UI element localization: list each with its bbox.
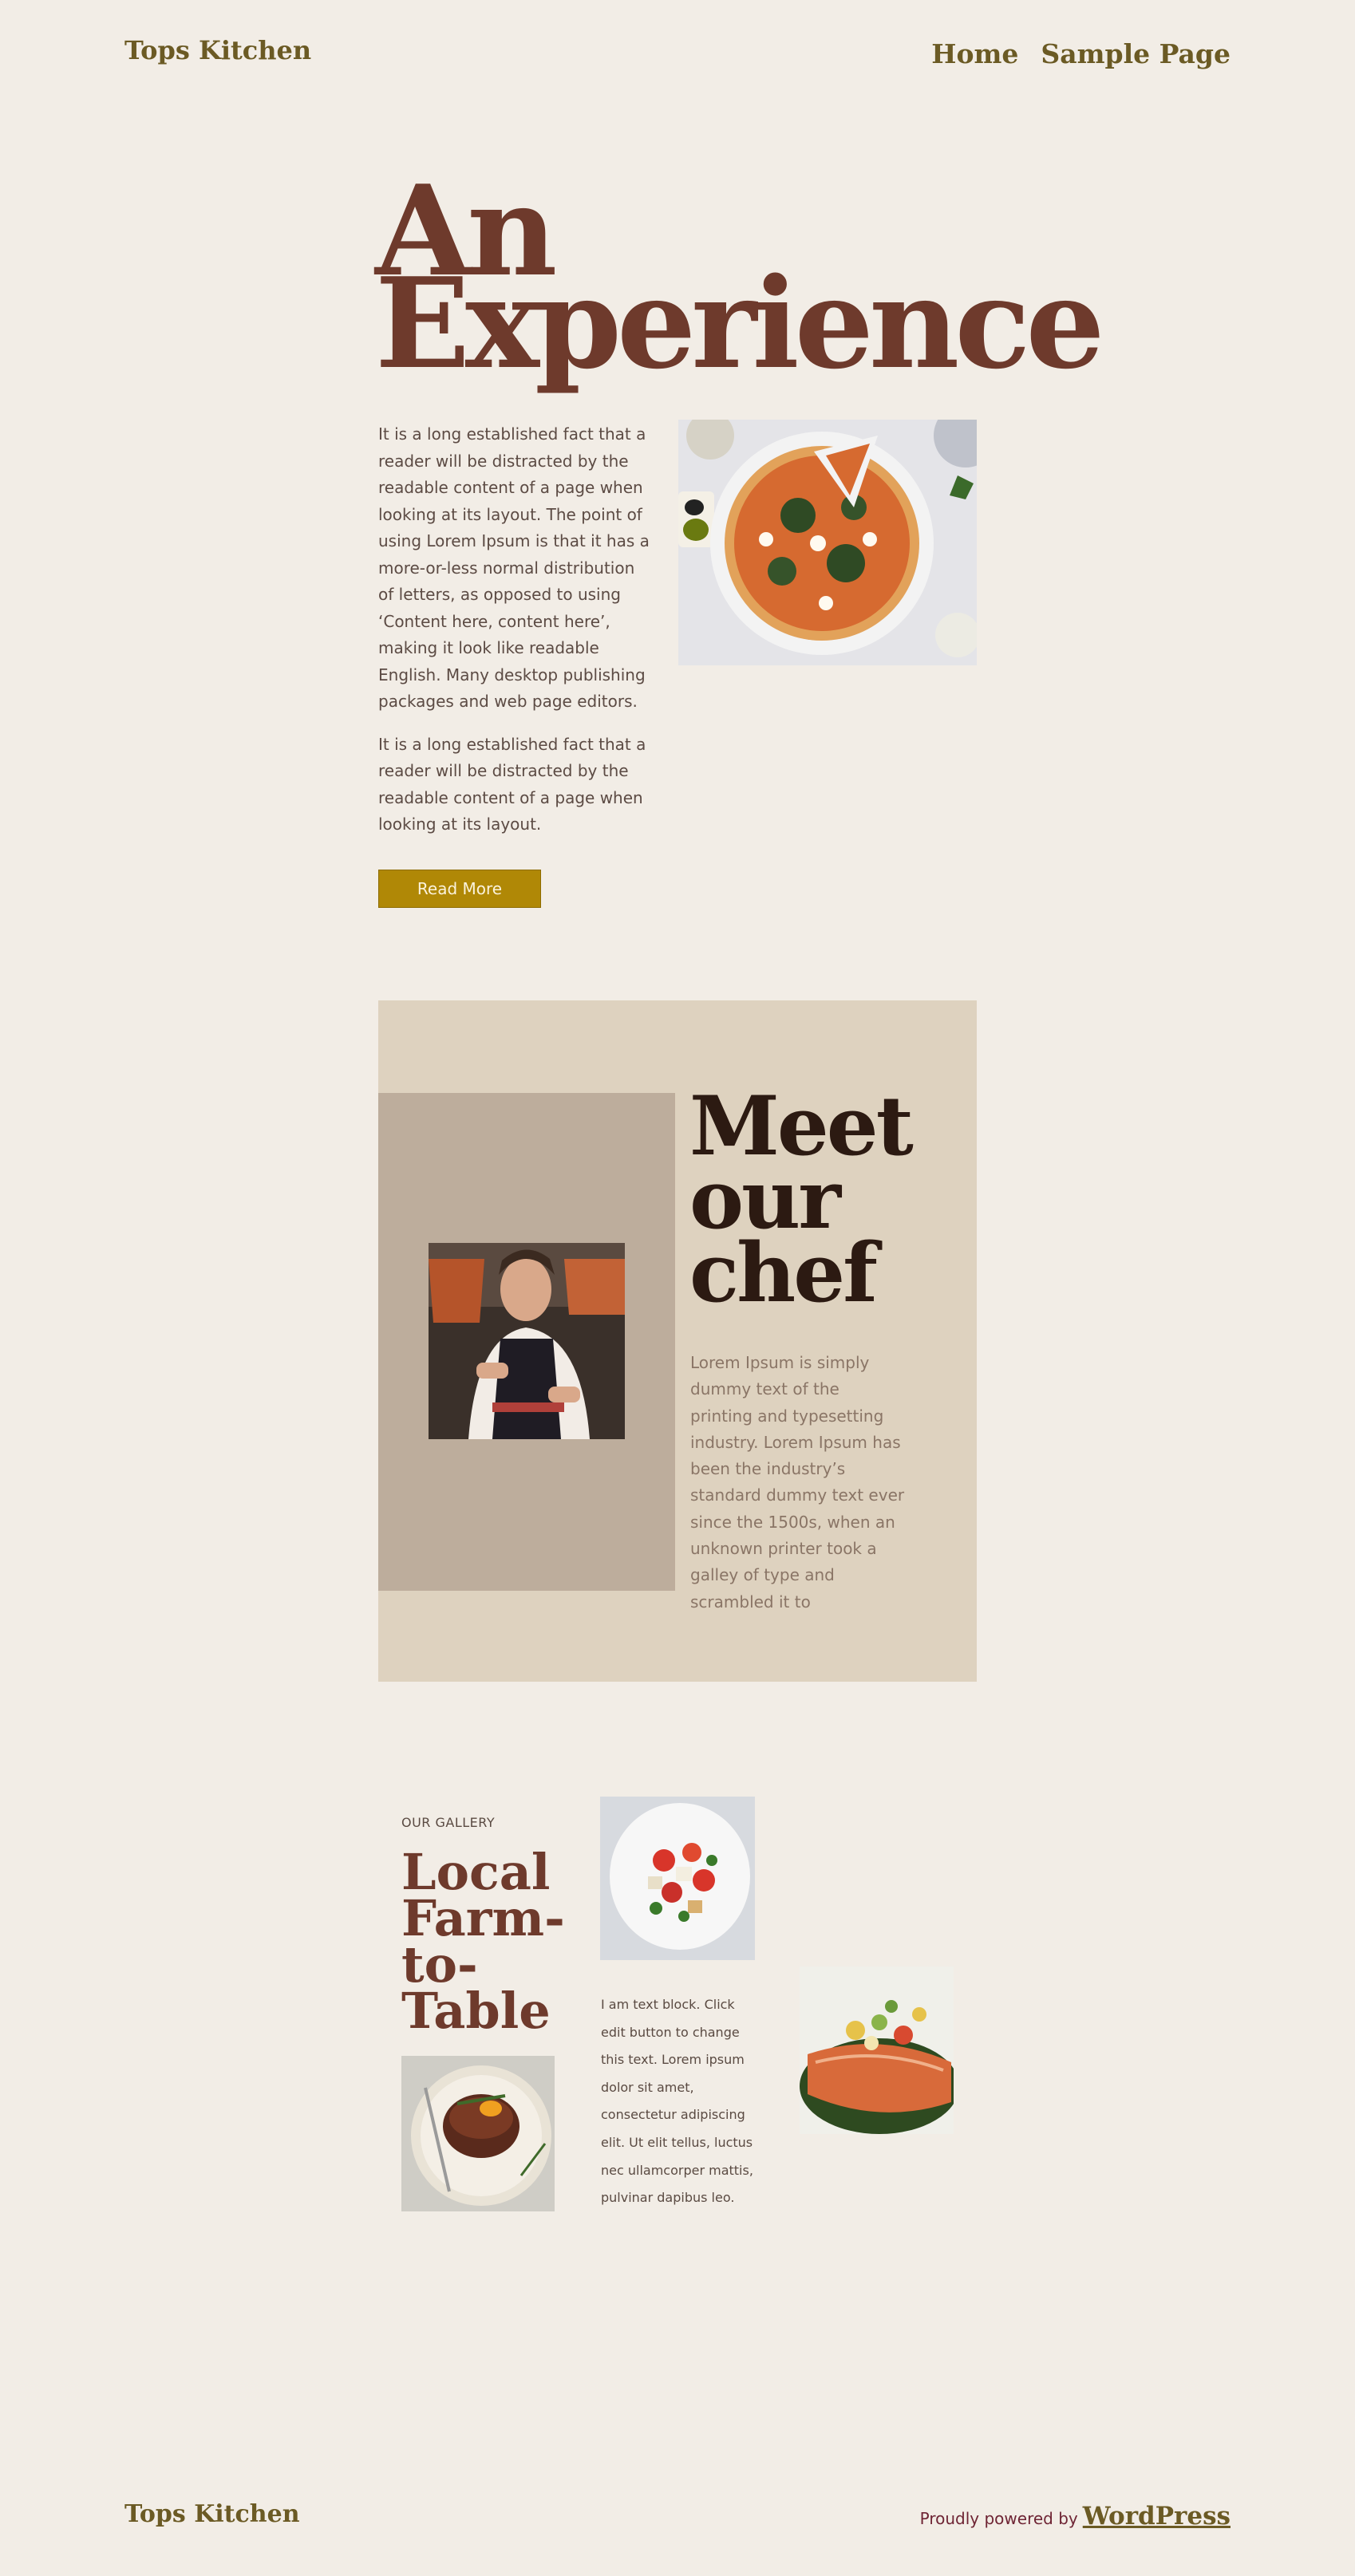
salad-photo bbox=[600, 1797, 755, 1960]
hero-paragraph-1: It is a long established fact that a rea… bbox=[378, 424, 650, 711]
pizza-photo bbox=[678, 420, 977, 665]
read-more-button[interactable]: Read More bbox=[378, 870, 541, 908]
site-title-link[interactable]: Tops Kitchen bbox=[124, 35, 311, 65]
powered-by-text: Proudly powered by bbox=[919, 2509, 1078, 2528]
powered-by: Proudly powered by WordPress bbox=[920, 2502, 1231, 2531]
pizza-illustration bbox=[678, 420, 977, 665]
salad-illustration bbox=[600, 1797, 755, 1960]
gallery-title-line4: Table bbox=[401, 1982, 551, 2040]
nav-home[interactable]: Home bbox=[931, 38, 1018, 69]
steak-illustration bbox=[401, 2056, 555, 2211]
salmon-photo bbox=[800, 1967, 954, 2134]
main-nav: Home Sample Page bbox=[931, 38, 1231, 69]
hero-title-line2: Experience bbox=[375, 250, 1105, 396]
gallery-text-block: I am text block. Click edit button to ch… bbox=[601, 1997, 753, 2206]
chef-title: Meet our chef bbox=[689, 1086, 961, 1314]
chef-description: Lorem Ipsum is simply dummy text of the … bbox=[690, 1353, 905, 1611]
footer-site-title[interactable]: Tops Kitchen bbox=[124, 2500, 300, 2528]
salmon-illustration bbox=[800, 1967, 954, 2134]
nav-sample-page[interactable]: Sample Page bbox=[1041, 38, 1231, 69]
gallery-title: Local Farm- to- Table bbox=[401, 1848, 577, 2036]
chef-illustration bbox=[429, 1243, 625, 1439]
hero-text: It is a long established fact that a rea… bbox=[378, 421, 650, 854]
chef-photo bbox=[429, 1243, 625, 1439]
wordpress-link[interactable]: WordPress bbox=[1083, 2502, 1231, 2531]
chef-title-line3: chef bbox=[689, 1225, 878, 1321]
hero-paragraph-2: It is a long established fact that a rea… bbox=[378, 734, 646, 834]
gallery-label: OUR GALLERY bbox=[401, 1815, 496, 1830]
steak-photo bbox=[401, 2056, 555, 2211]
hero-title: An Experience bbox=[375, 169, 1105, 386]
